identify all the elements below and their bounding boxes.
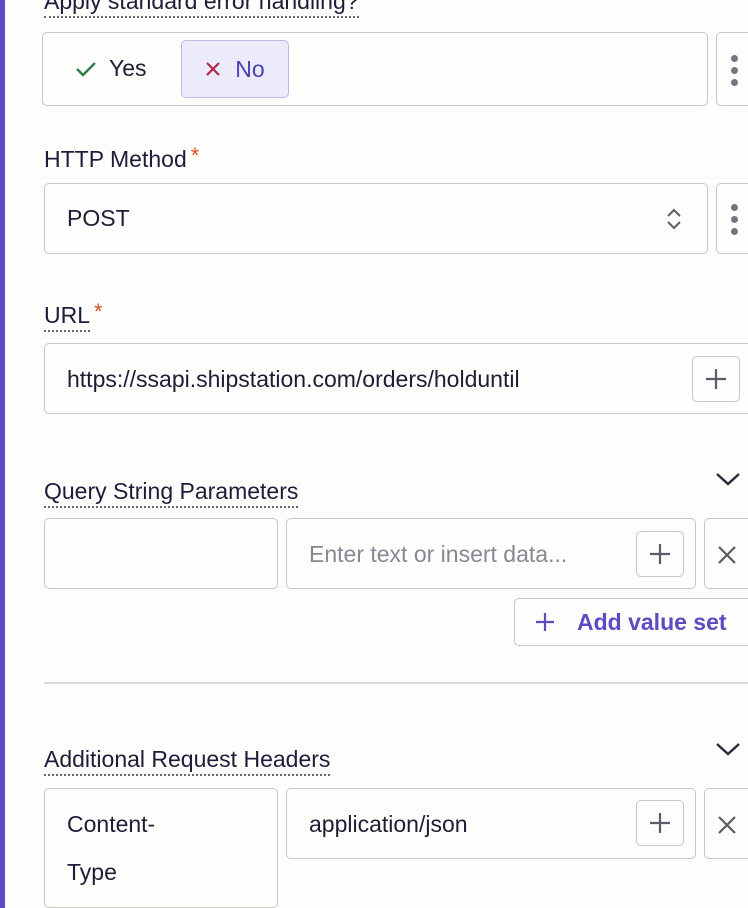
url-label: URL — [44, 302, 91, 332]
check-icon — [76, 61, 96, 77]
plus-icon — [536, 613, 554, 631]
plus-icon — [650, 544, 670, 564]
headers-label: Additional Request Headers — [44, 746, 331, 776]
http-method-label-row: HTTP Method * — [44, 143, 200, 173]
no-label: No — [235, 55, 265, 82]
chevron-down-icon[interactable] — [714, 470, 742, 488]
yes-option[interactable]: Yes — [75, 55, 147, 82]
url-input[interactable]: https://ssapi.shipstation.com/orders/hol… — [44, 343, 748, 414]
header-key-input[interactable]: Content- Type — [44, 788, 278, 908]
header-key-line2: Type — [67, 859, 117, 885]
http-method-select[interactable]: POST — [44, 183, 708, 254]
url-insert-data-button[interactable] — [692, 356, 740, 402]
query-params-label: Query String Parameters — [44, 478, 299, 508]
header-value: application/json — [309, 811, 468, 837]
yes-label: Yes — [109, 55, 147, 81]
chevron-down-icon[interactable] — [714, 740, 742, 758]
kebab-dot-icon — [731, 55, 738, 62]
url-value: https://ssapi.shipstation.com/orders/hol… — [67, 366, 520, 392]
header-value-input[interactable]: application/json — [286, 788, 696, 859]
query-param-value-input[interactable]: Enter text or insert data... — [286, 518, 696, 589]
plus-icon — [650, 813, 670, 833]
add-value-set-label: Add value set — [577, 608, 727, 635]
url-label-row: URL * — [44, 299, 103, 332]
close-icon — [718, 546, 736, 564]
error-handling-field: Yes No — [42, 32, 708, 106]
kebab-dot-icon — [731, 79, 738, 86]
kebab-dot-icon — [731, 67, 738, 74]
http-method-value: POST — [67, 205, 130, 231]
kebab-dot-icon — [731, 228, 738, 235]
close-icon — [718, 816, 736, 834]
x-icon — [206, 62, 221, 76]
query-params-label-row: Query String Parameters — [44, 478, 299, 508]
header-remove-button[interactable] — [704, 788, 748, 859]
http-method-more-menu[interactable] — [716, 183, 748, 254]
required-asterisk: * — [190, 143, 200, 168]
error-handling-label-row: Apply standard error handling? * — [44, 0, 372, 18]
query-param-value-placeholder: Enter text or insert data... — [309, 541, 568, 567]
select-arrows-icon — [667, 208, 681, 230]
add-value-set-button[interactable]: Add value set — [514, 598, 748, 646]
kebab-dot-icon — [731, 216, 738, 223]
no-option[interactable]: No — [181, 40, 289, 98]
error-handling-more-menu[interactable] — [716, 32, 748, 106]
http-method-label: HTTP Method — [44, 146, 187, 172]
header-insert-data-button[interactable] — [636, 800, 684, 846]
required-asterisk: * — [363, 0, 372, 10]
headers-label-row: Additional Request Headers — [44, 746, 331, 776]
section-divider — [44, 682, 748, 684]
query-param-insert-data-button[interactable] — [636, 531, 684, 577]
query-param-remove-button[interactable] — [704, 518, 748, 589]
header-key-line1: Content- — [67, 811, 156, 837]
kebab-dot-icon — [731, 204, 738, 211]
error-handling-label: Apply standard error handling? — [44, 0, 359, 18]
left-accent-bar — [0, 0, 5, 908]
plus-icon — [706, 369, 726, 389]
query-param-key-input[interactable] — [44, 518, 278, 589]
required-asterisk: * — [94, 299, 103, 324]
